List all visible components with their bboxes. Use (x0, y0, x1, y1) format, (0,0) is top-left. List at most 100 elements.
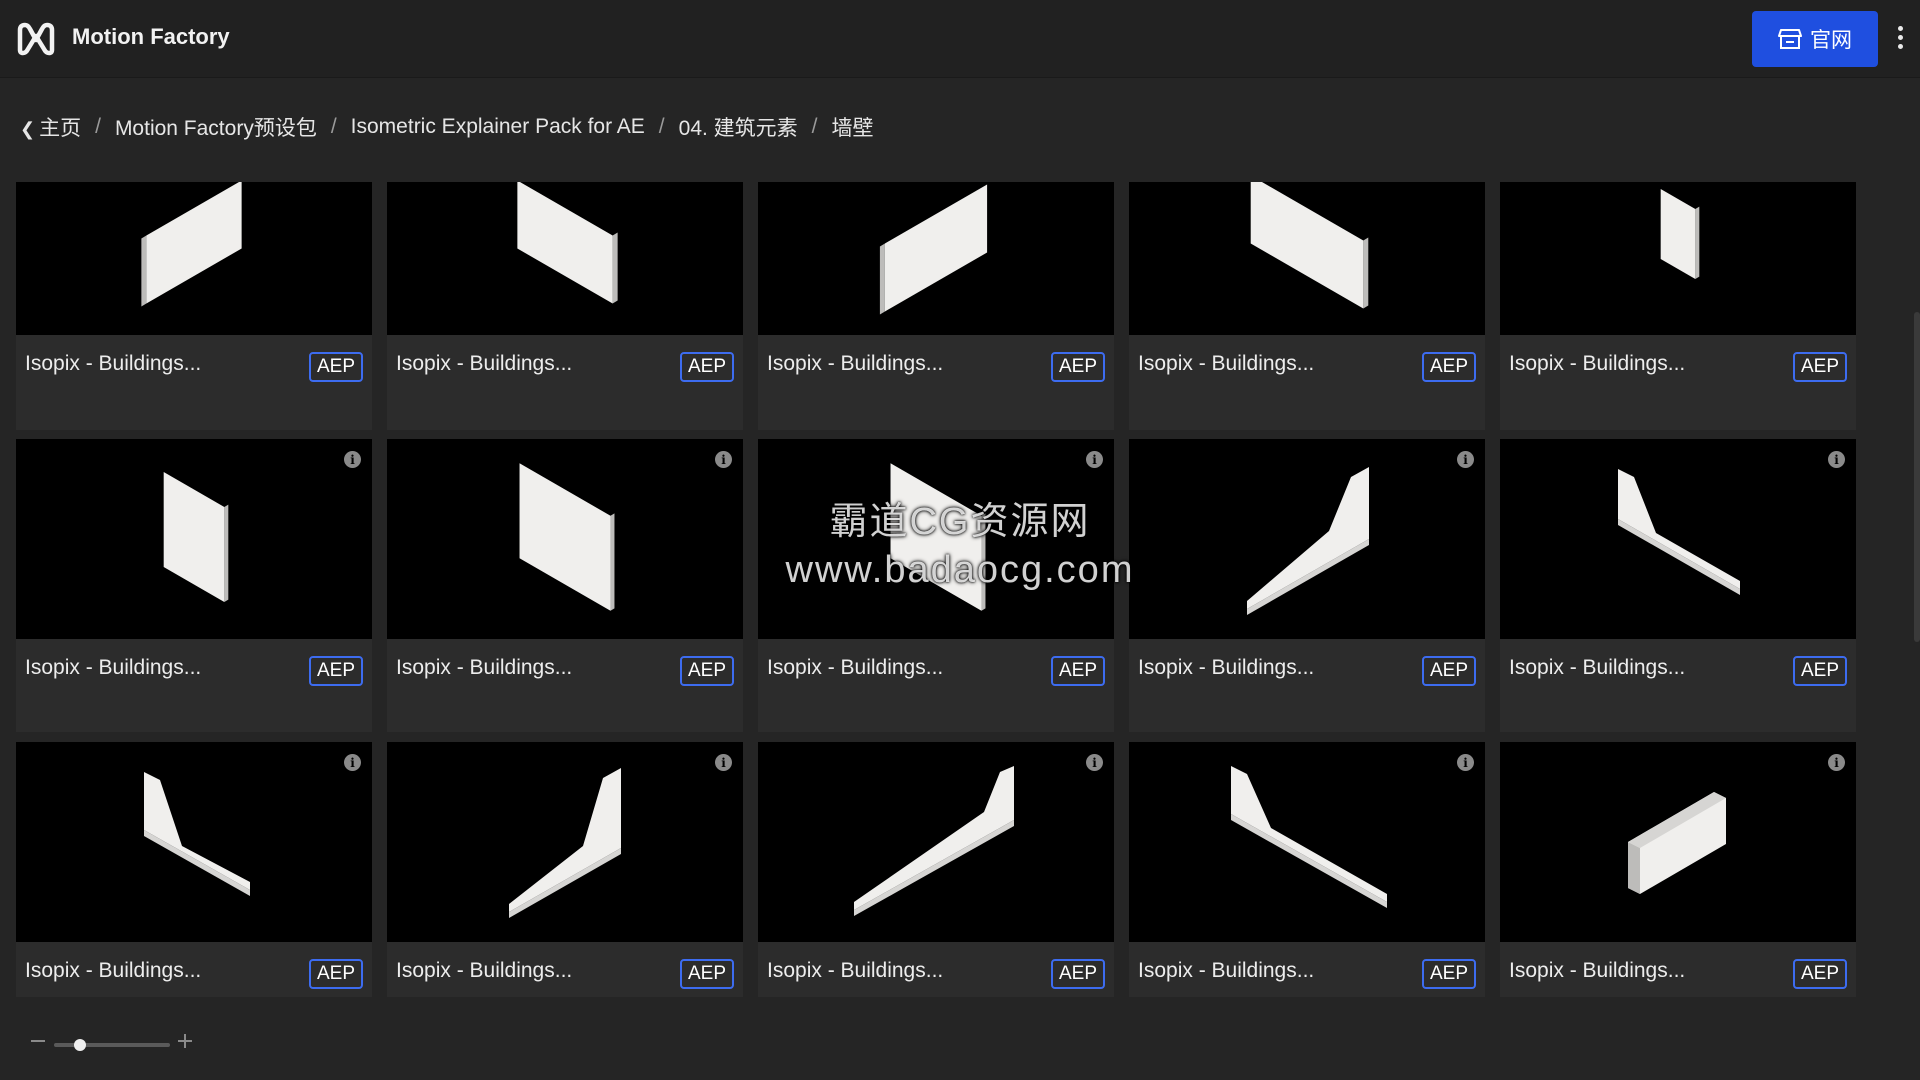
asset-name: Isopix - Buildings... (396, 959, 573, 982)
motion-factory-logo[interactable] (16, 20, 56, 56)
wall-preview-image (509, 768, 621, 918)
wall-preview-image (1250, 182, 1369, 309)
format-badge: AEP (680, 959, 734, 989)
asset-card[interactable]: i Isopix - Buildings... AEP (387, 439, 743, 732)
asset-name: Isopix - Buildings... (25, 656, 202, 679)
info-icon[interactable]: i (1828, 451, 1845, 468)
wall-preview-image (163, 472, 229, 602)
asset-thumbnail[interactable]: i (16, 439, 372, 639)
asset-name: Isopix - Buildings... (767, 959, 944, 982)
wall-preview-image (1618, 469, 1740, 595)
top-bar: Motion Factory 官网 (0, 0, 1920, 78)
breadcrumb-home[interactable]: ❮ 主页 (20, 112, 81, 142)
wall-preview-image (854, 766, 1014, 916)
info-icon[interactable]: i (1457, 451, 1474, 468)
format-badge: AEP (1793, 656, 1847, 686)
asset-thumbnail[interactable]: i (758, 742, 1114, 942)
asset-thumbnail[interactable]: i (387, 439, 743, 639)
wall-preview-image (1247, 467, 1369, 615)
breadcrumb-presets[interactable]: Motion Factory预设包 (115, 112, 317, 142)
asset-card[interactable]: i Isopix - Buildings... AEP (758, 742, 1114, 997)
kebab-menu-icon[interactable] (1890, 26, 1910, 52)
asset-thumbnail[interactable] (1129, 182, 1485, 335)
asset-thumbnail[interactable] (16, 182, 372, 335)
asset-card[interactable]: i Isopix - Buildings... AEP (387, 742, 743, 997)
scrollbar[interactable] (1914, 312, 1920, 642)
asset-name: Isopix - Buildings... (1138, 656, 1315, 679)
asset-name: Isopix - Buildings... (1138, 959, 1315, 982)
asset-thumbnail[interactable]: i (1500, 742, 1856, 942)
asset-card[interactable]: i Isopix - Buildings... AEP (16, 439, 372, 732)
asset-card[interactable]: Isopix - Buildings... AEP (1129, 182, 1485, 430)
breadcrumb-home-label: 主页 (39, 117, 82, 140)
bottom-bar (0, 998, 1920, 1080)
storefront-icon (1778, 29, 1802, 49)
format-badge: AEP (680, 352, 734, 382)
asset-name: Isopix - Buildings... (396, 656, 573, 679)
wall-preview-image (1231, 766, 1387, 908)
wall-preview-image (141, 182, 242, 307)
breadcrumb-separator: / (330, 115, 337, 138)
asset-name: Isopix - Buildings... (767, 656, 944, 679)
asset-card[interactable]: i Isopix - Buildings... AEP (758, 439, 1114, 732)
wall-preview-image (519, 463, 615, 611)
format-badge: AEP (1051, 959, 1105, 989)
wall-preview-image (517, 182, 618, 304)
asset-card[interactable]: i Isopix - Buildings... AEP (1500, 439, 1856, 732)
format-badge: AEP (309, 959, 363, 989)
info-icon[interactable]: i (715, 754, 732, 771)
asset-card[interactable]: i Isopix - Buildings... AEP (1129, 439, 1485, 732)
zoom-out-icon[interactable] (30, 1033, 46, 1049)
format-badge: AEP (309, 352, 363, 382)
asset-name: Isopix - Buildings... (396, 352, 573, 375)
format-badge: AEP (309, 656, 363, 686)
asset-thumbnail[interactable]: i (1129, 742, 1485, 942)
asset-name: Isopix - Buildings... (25, 352, 202, 375)
zoom-slider[interactable] (54, 1043, 170, 1047)
info-icon[interactable]: i (1086, 451, 1103, 468)
app-title: Motion Factory (72, 24, 230, 49)
format-badge: AEP (680, 656, 734, 686)
asset-thumbnail[interactable] (758, 182, 1114, 335)
asset-thumbnail[interactable]: i (1129, 439, 1485, 639)
breadcrumb-category[interactable]: 04. 建筑元素 (679, 112, 798, 142)
asset-card[interactable]: i Isopix - Buildings... AEP (16, 742, 372, 997)
info-icon[interactable]: i (1828, 754, 1845, 771)
format-badge: AEP (1422, 656, 1476, 686)
asset-name: Isopix - Buildings... (1138, 352, 1315, 375)
asset-card[interactable]: Isopix - Buildings... AEP (1500, 182, 1856, 430)
format-badge: AEP (1051, 352, 1105, 382)
wall-preview-image (1660, 189, 1700, 279)
info-icon[interactable]: i (715, 451, 732, 468)
asset-thumbnail[interactable] (387, 182, 743, 335)
breadcrumb-separator: / (811, 115, 818, 138)
info-icon[interactable]: i (344, 451, 361, 468)
asset-card[interactable]: Isopix - Buildings... AEP (758, 182, 1114, 430)
asset-thumbnail[interactable]: i (758, 439, 1114, 639)
breadcrumb-separator: / (95, 115, 101, 138)
breadcrumb-pack[interactable]: Isometric Explainer Pack for AE (351, 115, 645, 139)
asset-thumbnail[interactable]: i (16, 742, 372, 942)
format-badge: AEP (1793, 959, 1847, 989)
zoom-slider-handle[interactable] (74, 1039, 86, 1051)
asset-thumbnail[interactable]: i (1500, 439, 1856, 639)
asset-card[interactable]: Isopix - Buildings... AEP (16, 182, 372, 430)
asset-name: Isopix - Buildings... (25, 959, 202, 982)
asset-name: Isopix - Buildings... (1509, 959, 1686, 982)
wall-preview-image (890, 463, 986, 611)
info-icon[interactable]: i (344, 754, 361, 771)
asset-name: Isopix - Buildings... (1509, 352, 1686, 375)
wall-preview-image (144, 772, 250, 896)
info-icon[interactable]: i (1086, 754, 1103, 771)
zoom-in-icon[interactable] (177, 1033, 193, 1049)
asset-card[interactable]: i Isopix - Buildings... AEP (1129, 742, 1485, 997)
wall-preview-image (879, 184, 988, 315)
asset-card[interactable]: Isopix - Buildings... AEP (387, 182, 743, 430)
format-badge: AEP (1051, 656, 1105, 686)
asset-card[interactable]: i Isopix - Buildings... AEP (1500, 742, 1856, 997)
info-icon[interactable]: i (1457, 754, 1474, 771)
asset-thumbnail[interactable]: i (387, 742, 743, 942)
official-site-label: 官网 (1810, 29, 1852, 52)
asset-thumbnail[interactable] (1500, 182, 1856, 335)
official-site-button[interactable]: 官网 (1752, 11, 1878, 67)
